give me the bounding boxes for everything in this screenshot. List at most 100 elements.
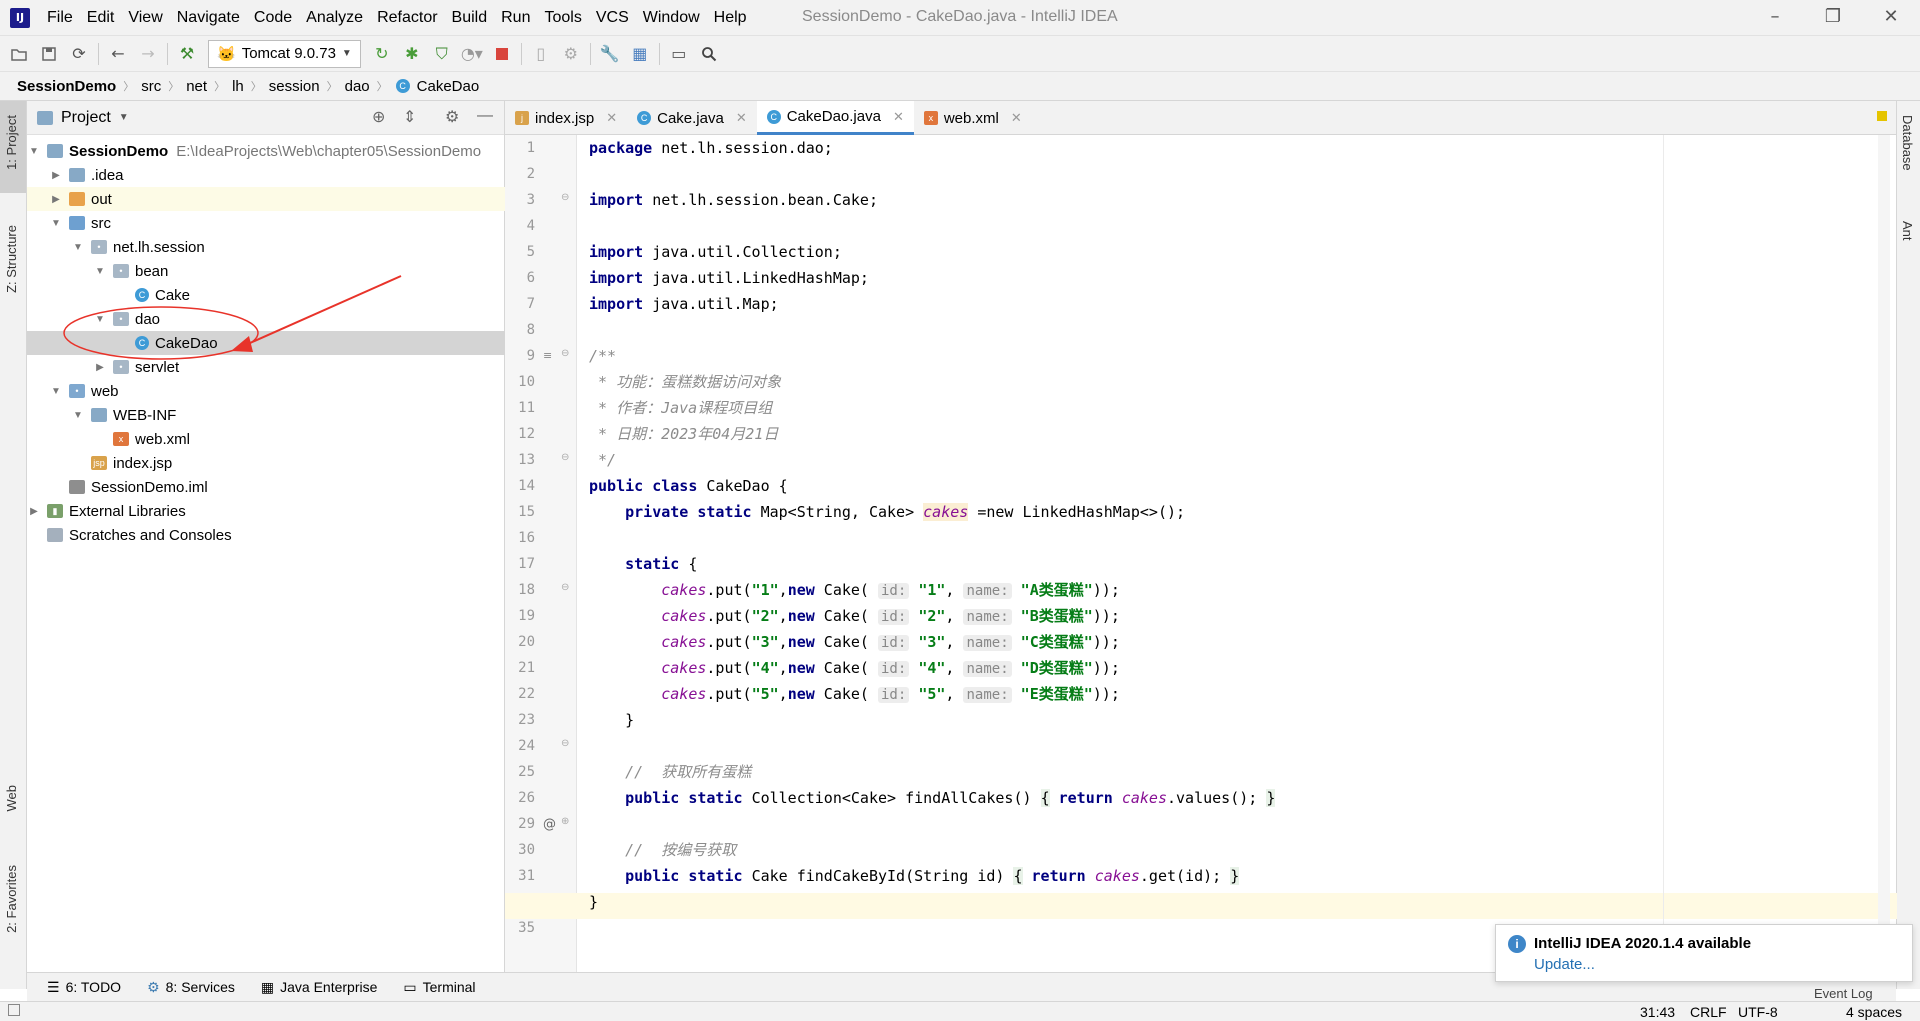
tab-index-jsp[interactable]: j index.jsp ✕ xyxy=(505,101,627,135)
code-area[interactable]: package net.lh.session.dao; import net.l… xyxy=(577,135,1897,989)
breadcrumb-item[interactable]: session xyxy=(266,78,323,95)
tab-ant[interactable]: Ant xyxy=(1900,221,1915,241)
breadcrumb-item[interactable]: dao xyxy=(342,78,373,95)
code-line: cakes.put("3",new Cake( id: "3", name: "… xyxy=(661,633,1120,651)
sync-icon[interactable]: ⟳ xyxy=(64,39,94,69)
menu-refactor[interactable]: Refactor xyxy=(370,9,444,27)
indent-setting[interactable]: 4 spaces xyxy=(1846,1004,1902,1020)
window-title: SessionDemo - CakeDao.java - IntelliJ ID… xyxy=(802,8,1118,25)
tab-web[interactable]: Web xyxy=(2,781,21,816)
coverage-shield-icon[interactable]: ⛉ xyxy=(427,39,457,69)
current-line-highlight xyxy=(577,893,1897,919)
menu-vcs[interactable]: VCS xyxy=(589,9,636,27)
tool-services[interactable]: ⚙ 8: Services xyxy=(141,979,241,996)
caret-position[interactable]: 31:43 xyxy=(1640,1004,1675,1020)
breadcrumb-item[interactable]: CakeDao xyxy=(414,78,483,95)
menu-navigate[interactable]: Navigate xyxy=(170,9,247,27)
fold-icon[interactable]: ⊖ xyxy=(561,582,569,593)
intellij-logo-icon: IJ xyxy=(10,7,30,28)
menu-edit[interactable]: Edit xyxy=(80,9,122,27)
breadcrumb-item[interactable]: lh xyxy=(229,78,247,95)
breadcrumb-item[interactable]: src xyxy=(138,78,164,95)
file-encoding[interactable]: UTF-8 xyxy=(1738,1004,1778,1020)
menu-help[interactable]: Help xyxy=(707,9,754,27)
tab-favorites[interactable]: 2: Favorites xyxy=(2,861,21,937)
wrench-icon[interactable]: 🔧 xyxy=(595,39,625,69)
menu-code[interactable]: Code xyxy=(247,9,299,27)
menu-tools[interactable]: Tools xyxy=(537,9,588,27)
layout-toggle-icon[interactable] xyxy=(8,1004,20,1016)
line-number: 22 xyxy=(518,686,535,702)
line-number: 2 xyxy=(526,166,535,182)
close-icon[interactable]: ✕ xyxy=(736,110,747,126)
line-number: 6 xyxy=(526,270,535,286)
code-line: public static Collection<Cake> findAllCa… xyxy=(625,789,1276,807)
breadcrumb-item[interactable]: SessionDemo xyxy=(14,78,119,95)
tool-terminal[interactable]: ▭ Terminal xyxy=(397,979,481,996)
tool-java-enterprise[interactable]: ▦ Java Enterprise xyxy=(255,979,384,996)
tab-project[interactable]: 1: Project xyxy=(2,111,21,174)
event-log-button[interactable]: Event Log xyxy=(1814,986,1873,1001)
fold-icon[interactable]: ⊖ xyxy=(561,738,569,749)
breadcrumb-item[interactable]: net xyxy=(183,78,210,95)
project-structure-icon[interactable]: ▦ xyxy=(625,39,655,69)
build-hammer-icon[interactable]: ⚒ xyxy=(172,39,202,69)
line-number: 1 xyxy=(526,140,535,156)
minimize-icon[interactable]: – xyxy=(1760,6,1790,27)
restore-icon[interactable]: ❐ xyxy=(1818,6,1848,27)
tab-structure[interactable]: Z: Structure xyxy=(2,221,21,297)
profile-icon[interactable]: ◔▾ xyxy=(457,39,487,69)
stop-icon[interactable] xyxy=(487,39,517,69)
close-window-icon[interactable]: ✕ xyxy=(1876,6,1906,27)
menu-build[interactable]: Build xyxy=(445,9,495,27)
left-tool-strip: 1: Project Z: Structure Web 2: Favorites xyxy=(0,101,27,989)
close-icon[interactable]: ✕ xyxy=(1011,110,1022,126)
open-folder-icon[interactable] xyxy=(4,39,34,69)
terminal-window-icon[interactable]: ▭ xyxy=(664,39,694,69)
vcs-update-icon[interactable]: ▯ xyxy=(526,39,556,69)
line-number: 12 xyxy=(518,426,535,442)
back-arrow-icon[interactable]: ← xyxy=(103,39,133,69)
rerun-icon[interactable]: ↻ xyxy=(367,39,397,69)
status-bar: Event Log 31:43 CRLF UTF-8 4 spaces xyxy=(0,986,1920,1021)
override-marker-icon: @ xyxy=(543,817,556,832)
tab-cake-java[interactable]: C Cake.java ✕ xyxy=(627,101,757,135)
line-number: 11 xyxy=(518,400,535,416)
fold-icon[interactable]: ⊖ xyxy=(561,192,569,203)
code-line: // 按编号获取 xyxy=(625,841,737,859)
tab-web-xml[interactable]: x web.xml ✕ xyxy=(914,101,1032,135)
fold-icon[interactable]: ⊖ xyxy=(561,348,569,359)
line-number: 9 xyxy=(526,348,535,364)
code-line: import net.lh.session.bean.Cake; xyxy=(589,191,878,209)
tool-todo[interactable]: ☰ 6: TODO xyxy=(41,979,127,996)
close-icon[interactable]: ✕ xyxy=(606,110,617,126)
close-icon[interactable]: ✕ xyxy=(893,109,904,125)
update-link[interactable]: Update... xyxy=(1534,956,1595,973)
save-icon[interactable] xyxy=(34,39,64,69)
menu-analyze[interactable]: Analyze xyxy=(299,9,370,27)
right-tool-strip: Database Ant xyxy=(1896,101,1920,989)
run-configuration-select[interactable]: 🐱 Tomcat 9.0.73 ▼ xyxy=(208,39,361,68)
current-line-gutter-highlight xyxy=(505,893,577,919)
update-notification[interactable]: i IntelliJ IDEA 2020.1.4 available Updat… xyxy=(1495,924,1913,982)
class-icon: C xyxy=(766,109,781,124)
menu-file[interactable]: File xyxy=(40,9,80,27)
menu-run[interactable]: Run xyxy=(494,9,537,27)
line-separator[interactable]: CRLF xyxy=(1690,1004,1727,1020)
vcs-settings-icon[interactable]: ⚙ xyxy=(556,39,586,69)
inspection-status-icon[interactable] xyxy=(1877,111,1887,121)
search-icon[interactable] xyxy=(694,39,724,69)
tab-label: CakeDao.java xyxy=(786,108,881,125)
line-number: 18 xyxy=(518,582,535,598)
toolbar-divider xyxy=(167,42,168,65)
tab-cakedao-java[interactable]: C CakeDao.java ✕ xyxy=(756,101,914,135)
debug-bug-icon[interactable]: ✱ xyxy=(397,39,427,69)
fold-icon[interactable]: ⊖ xyxy=(561,452,569,463)
tab-database[interactable]: Database xyxy=(1900,115,1915,171)
fold-icon[interactable]: ⊕ xyxy=(561,816,569,827)
menu-view[interactable]: View xyxy=(121,9,169,27)
editor-scrollbar[interactable] xyxy=(1878,135,1890,989)
code-line: // 获取所有蛋糕 xyxy=(625,763,752,781)
forward-arrow-icon[interactable]: → xyxy=(133,39,163,69)
menu-window[interactable]: Window xyxy=(636,9,707,27)
